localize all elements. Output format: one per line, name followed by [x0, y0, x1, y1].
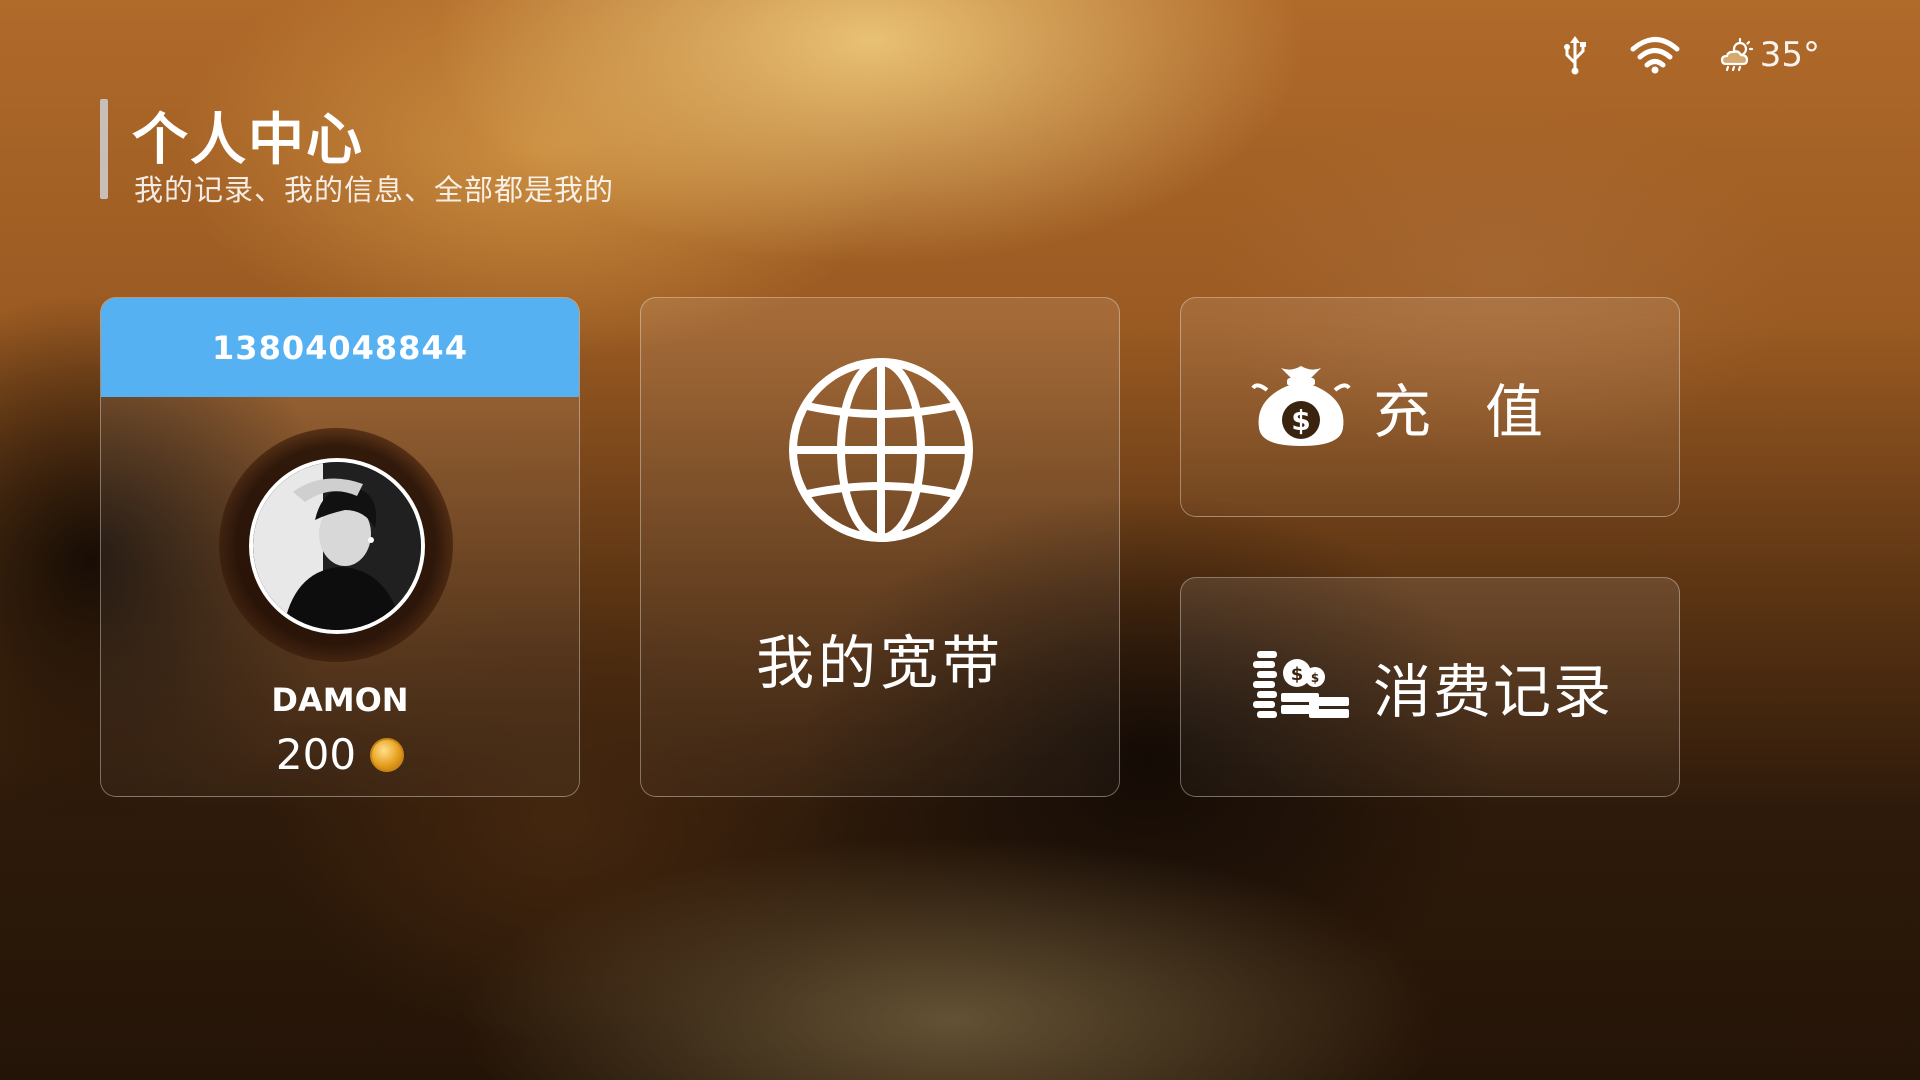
phone-number-bar: 13804048844 — [101, 298, 579, 397]
recharge-label: 充值 — [1373, 378, 1598, 446]
coin-icon — [370, 737, 405, 772]
points-row: 200 — [101, 730, 579, 779]
history-label: 消费记录 — [1373, 658, 1614, 726]
points-value: 200 — [275, 730, 357, 779]
temperature-text: 35° — [1759, 35, 1820, 75]
recharge-card[interactable]: $ 充值 — [1180, 297, 1680, 517]
globe-icon — [787, 356, 975, 548]
money-bag-icon: $ — [1251, 360, 1351, 454]
page-subtitle: 我的记录、我的信息、全部都是我的 — [134, 173, 615, 207]
weather-cloudy-icon — [1720, 38, 1756, 72]
svg-text:$: $ — [1291, 664, 1304, 685]
username: DAMON — [271, 681, 409, 719]
status-bar: 35° — [1560, 35, 1820, 75]
history-card[interactable]: $ $ 消费记录 — [1180, 577, 1680, 797]
profile-card[interactable]: 13804048844 DAMON 200 — [100, 297, 580, 797]
weather-widget: 35° — [1720, 35, 1820, 75]
svg-text:$: $ — [1291, 404, 1310, 437]
usb-icon — [1560, 35, 1590, 75]
page-title: 个人中心 — [132, 108, 364, 173]
phone-number: 13804048844 — [212, 328, 468, 367]
broadband-label: 我的宽带 — [755, 629, 1004, 697]
header-accent-bar — [100, 99, 108, 199]
svg-text:$: $ — [1311, 671, 1319, 685]
coins-cash-icon: $ $ — [1251, 645, 1351, 729]
avatar-ring — [219, 428, 453, 662]
wifi-icon — [1630, 36, 1680, 74]
avatar — [249, 458, 425, 634]
broadband-card[interactable]: 我的宽带 — [640, 297, 1120, 797]
